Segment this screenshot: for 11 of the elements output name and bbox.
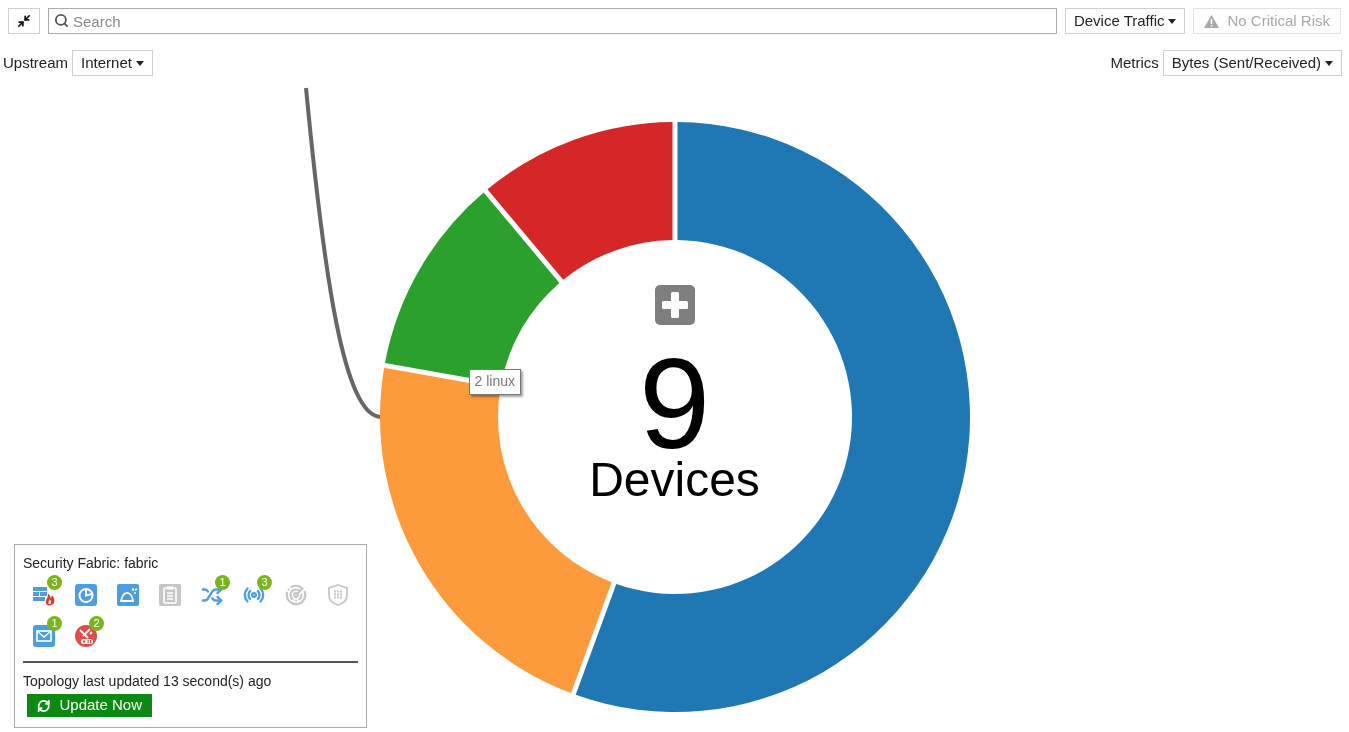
chart-tooltip: 2 linux	[468, 369, 521, 395]
count-badge: 2	[89, 615, 104, 631]
metrics-label: Metrics	[1110, 52, 1159, 73]
count-badge: 1	[215, 574, 230, 590]
devices-label: Devices	[589, 456, 760, 504]
count-badge: 3	[47, 574, 62, 590]
upstream-label: Upstream	[3, 52, 69, 73]
fabric-title: Security Fabric: fabric	[23, 554, 160, 573]
count-badge: 1	[47, 615, 62, 631]
count-badge: 3	[257, 574, 272, 590]
topology-status-text: Topology last updated 13 second(s) ago	[23, 672, 273, 691]
